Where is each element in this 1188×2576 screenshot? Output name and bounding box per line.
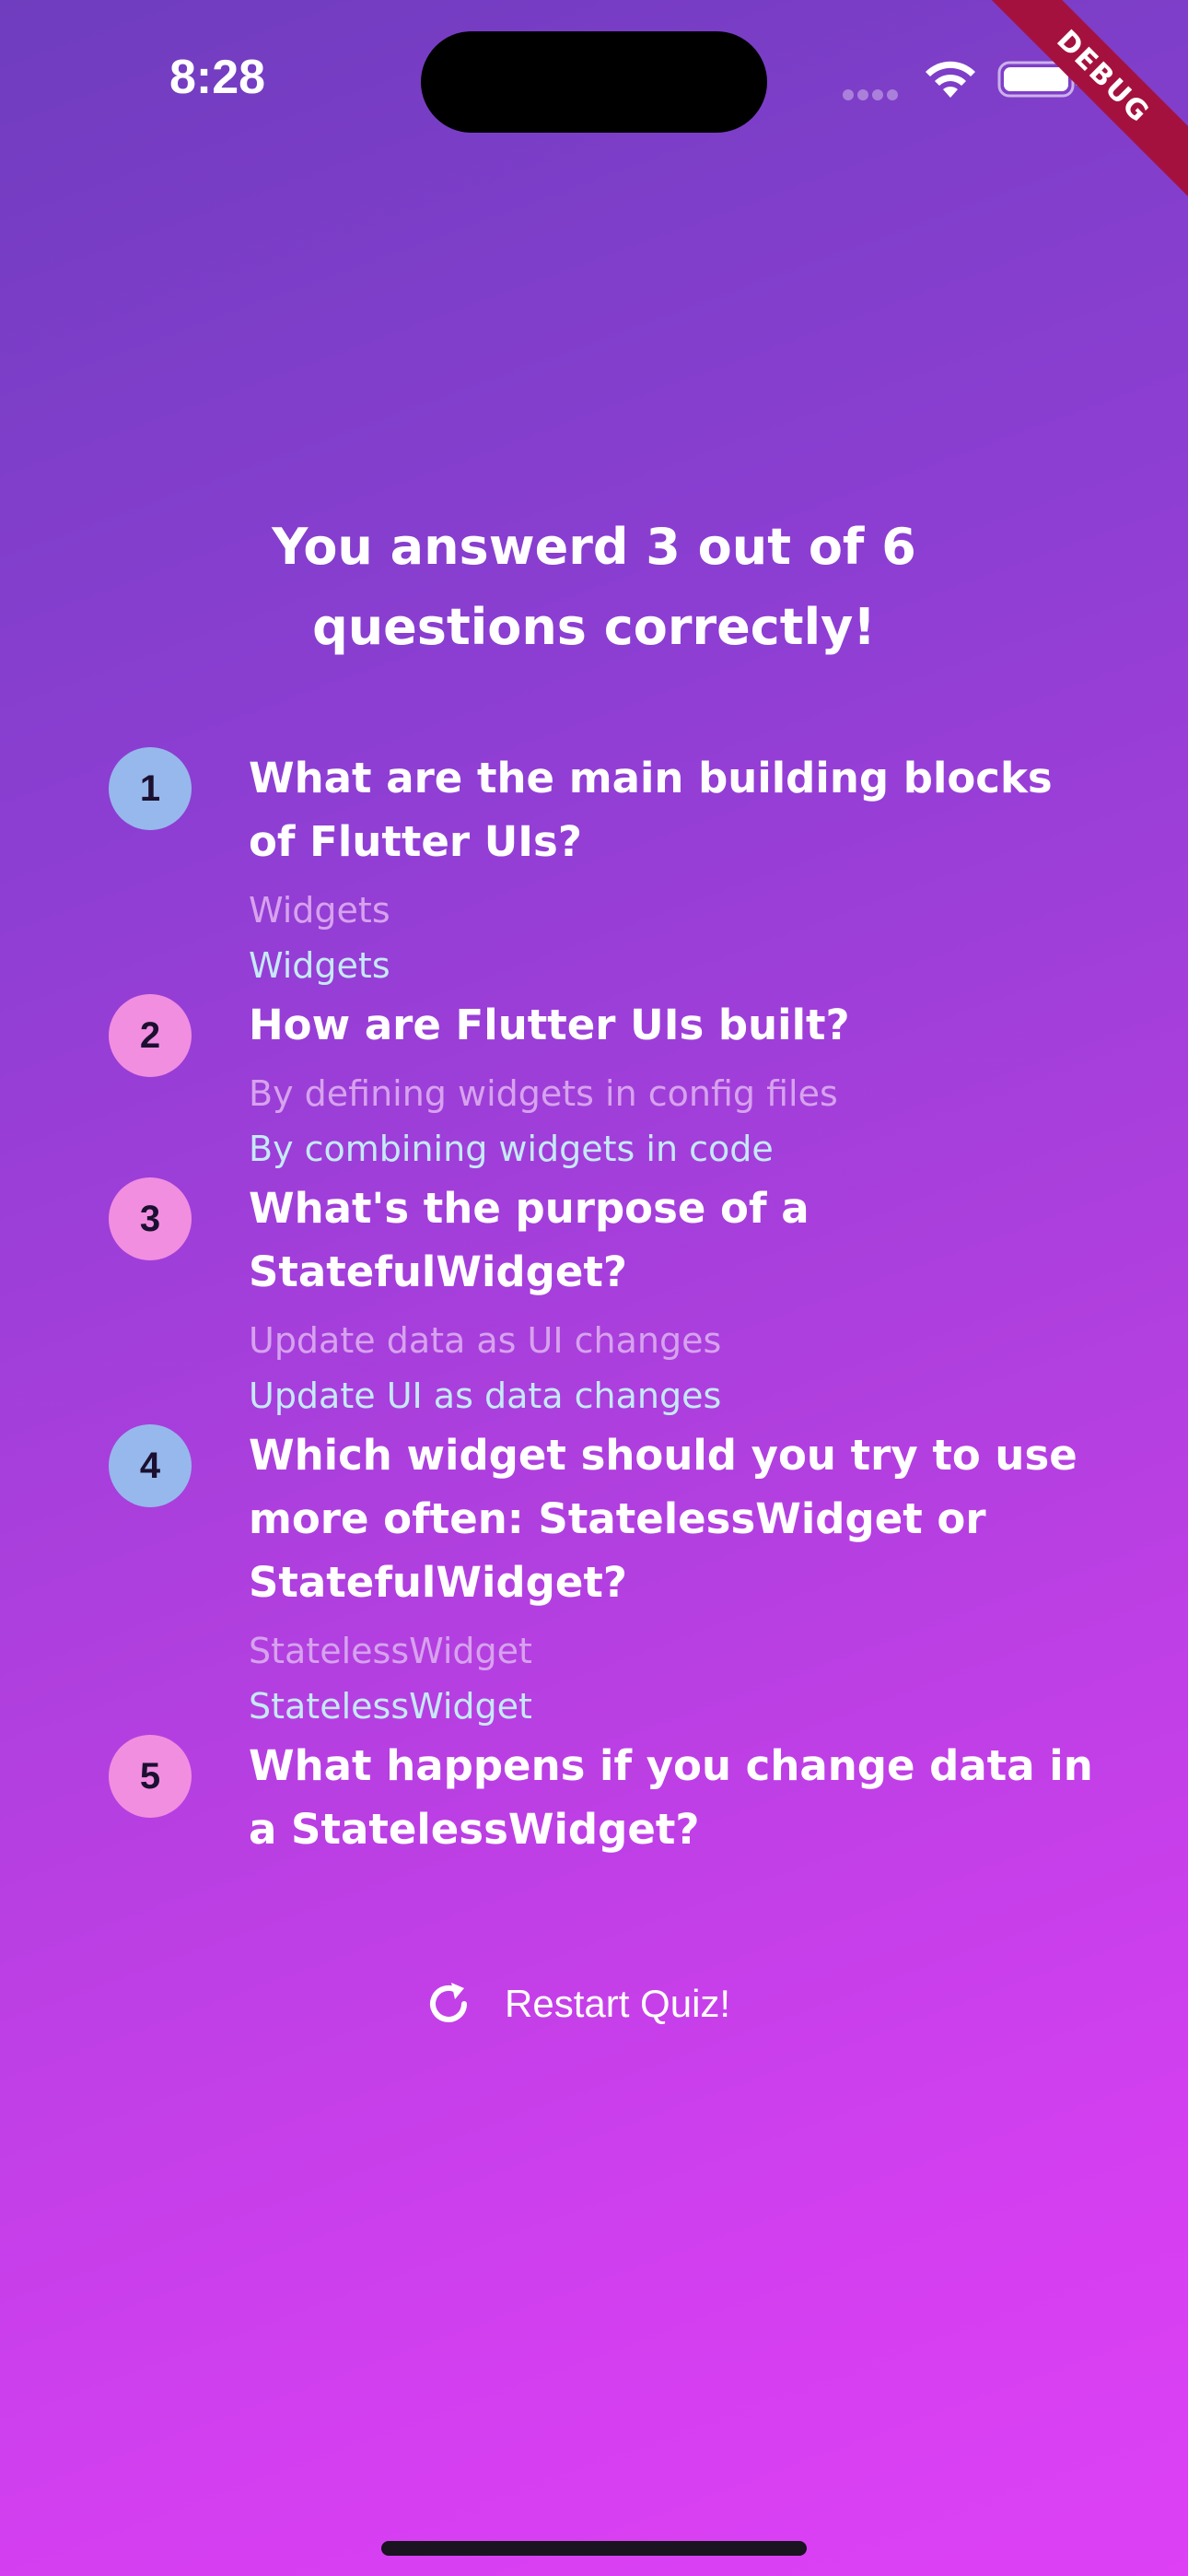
summary-item-body: What are the main building blocks of Flu… (249, 746, 1103, 993)
refresh-icon (430, 1983, 467, 2022)
question-text: Which widget should you try to use more … (249, 1431, 1077, 1607)
question-text: What happens if you change data in a Sta… (249, 1741, 1093, 1854)
summary-item-body: What's the purpose of a StatefulWidget? U… (249, 1177, 1103, 1423)
result-title: You answerd 3 out of 6 questions correct… (272, 518, 916, 656)
question-text: What's the purpose of a StatefulWidget? (249, 1184, 809, 1296)
summary-item: 4 Which widget should you try to use more… (109, 1423, 1103, 1734)
dynamic-island (421, 31, 767, 133)
question-text: What are the main building blocks of Flu… (249, 754, 1053, 866)
correct-answer: StatelessWidget (249, 1686, 532, 1727)
summary-item-body: How are Flutter UIs built? By defining wi… (249, 993, 1103, 1177)
user-answer: StatelessWidget (249, 1631, 532, 1671)
question-number-badge: 3 (109, 1177, 192, 1260)
correct-answer: Widgets (249, 945, 390, 986)
summary-item-body: Which widget should you try to use more … (249, 1423, 1103, 1734)
correct-answer: Update UI as data changes (249, 1376, 722, 1416)
correct-answer: By combining widgets in code (249, 1129, 774, 1169)
restart-quiz-button[interactable]: Restart Quiz! (424, 1972, 730, 2036)
debug-banner-label: DEBUG (985, 0, 1188, 199)
questions-summary-list[interactable]: 1 What are the main building blocks of Fl… (109, 746, 1103, 1856)
summary-item-body: What happens if you change data in a Sta… (249, 1734, 1103, 1856)
user-answer: Widgets (249, 890, 390, 931)
summary-item: 2 How are Flutter UIs built? By defining w… (109, 993, 1103, 1177)
summary-item: 3 What's the purpose of a StatefulWidget?… (109, 1177, 1103, 1423)
question-number-badge: 5 (109, 1735, 192, 1818)
wifi-icon (926, 61, 975, 98)
restart-quiz-label: Restart Quiz! (505, 1982, 731, 2025)
question-number-badge: 2 (109, 994, 192, 1077)
summary-item: 1 What are the main building blocks of Fl… (109, 746, 1103, 993)
cellular-signal-icon (843, 87, 905, 100)
status-bar: 8:28 DEBUG (0, 0, 1188, 199)
question-number-badge: 1 (109, 747, 192, 830)
summary-item: 5 What happens if you change data in a St… (109, 1734, 1103, 1856)
user-answer: By defining widgets in config files (249, 1073, 838, 1114)
debug-banner: DEBUG (985, 0, 1188, 203)
home-indicator (381, 2541, 807, 2556)
user-answer: Update data as UI changes (249, 1320, 722, 1361)
question-number-badge: 4 (109, 1424, 192, 1507)
question-text: How are Flutter UIs built? (249, 1001, 850, 1049)
status-time: 8:28 (169, 51, 266, 104)
